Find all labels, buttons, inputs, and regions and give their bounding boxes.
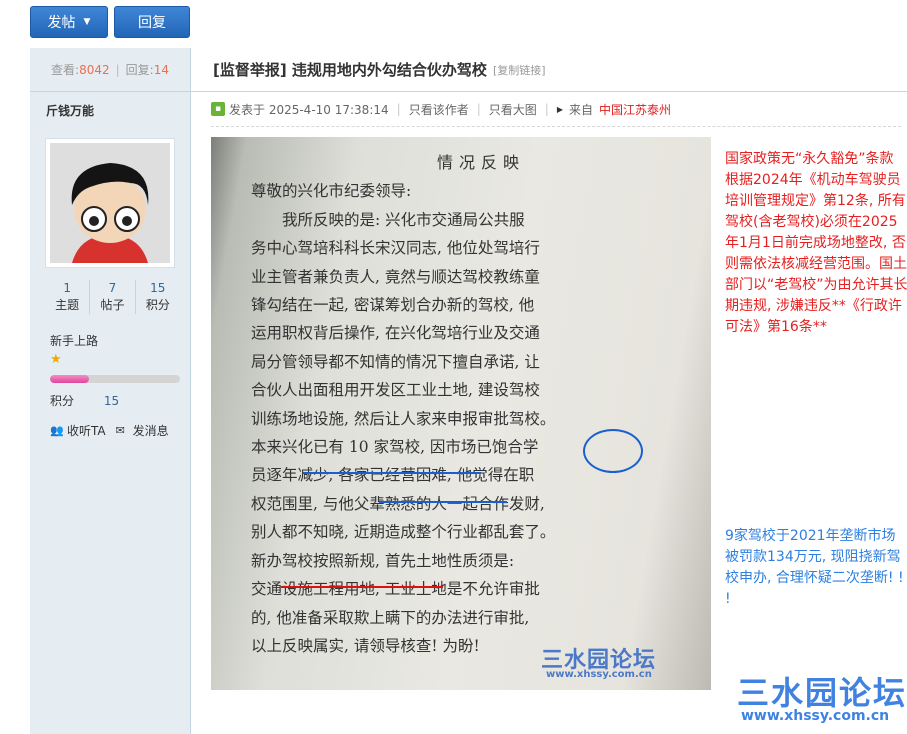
author-count-credits[interactable]: 15 积分 xyxy=(134,280,180,314)
user-level[interactable]: 新手上路 xyxy=(50,332,98,349)
from-label: 来自 xyxy=(568,102,593,117)
post-button-label: 发帖 xyxy=(47,15,76,31)
post-meta: ▪ 发表于 2025-4-10 17:38:14 | 只看该作者 | 只看大图 … xyxy=(211,99,671,119)
avatar-image xyxy=(50,143,170,263)
document-line: 新办驾校按照新规, 首先土地性质须是: xyxy=(251,551,515,570)
photo-watermark-url: www.xhssy.com.cn xyxy=(546,669,652,680)
star-icon: ★ xyxy=(50,352,62,367)
big-image-link[interactable]: 只看大图 xyxy=(489,101,537,118)
document-line: 我所反映的是: 兴化市交通局公共服 xyxy=(251,210,525,229)
chevron-down-icon: ▼ xyxy=(83,17,91,27)
count-value: 7 xyxy=(108,281,117,295)
reply-button[interactable]: 回复 xyxy=(114,6,190,38)
post-date: 发表于 2025-4-10 17:38:14 xyxy=(229,102,389,117)
triangle-right-icon: ▶ xyxy=(556,104,563,114)
avatar-cartoon-icon xyxy=(50,143,170,263)
envelope-icon: ✉ xyxy=(115,423,125,437)
author-credits: 积分 15 xyxy=(50,392,119,409)
site-watermark-url: www.xhssy.com.cn xyxy=(741,708,890,724)
copy-link[interactable]: [复制链接] xyxy=(493,62,546,78)
avatar[interactable] xyxy=(45,138,175,268)
author-name[interactable]: 斤钱万能 xyxy=(30,92,190,126)
thread-toolbar: 发帖 ▼ 回复 xyxy=(0,0,907,48)
level-progress-bar xyxy=(50,375,180,383)
post-main: [监督举报] 违规用地内外勾结合伙办驾校 [复制链接] ▪ 发表于 2025-4… xyxy=(191,48,907,734)
document-line: 交通设施工程用地, 工业土地是不允许审批 xyxy=(251,580,540,599)
document-line: 局分管领导都不知情的情况下擅自承诺, 让 xyxy=(251,352,540,371)
post-title-row: [监督举报] 违规用地内外勾结合伙办驾校 [复制链接] xyxy=(191,48,907,92)
document-line: 务中心驾培科科长宋汉同志, 他位处驾培行 xyxy=(251,239,540,258)
post-button[interactable]: 发帖 ▼ xyxy=(30,6,108,38)
blue-annotation: 9家驾校于2021年垄断市场被罚款134万元, 现阻挠新驾校申办, 合理怀疑二次… xyxy=(725,528,904,607)
document-line: 业主管者兼负责人, 竟然与顺达驾校教练童 xyxy=(251,267,540,286)
count-value: 1 xyxy=(63,281,71,295)
count-label: 帖子 xyxy=(100,298,125,312)
author-count-threads[interactable]: 1 主题 xyxy=(45,280,89,314)
document-line: 尊敬的兴化市纪委领导: xyxy=(251,182,412,201)
post-location[interactable]: 中国江苏泰州 xyxy=(599,101,671,118)
red-underline-mark xyxy=(281,586,443,588)
stats-separator: | xyxy=(115,62,120,77)
follow-label: 收听TA xyxy=(67,424,106,438)
red-annotation: 国家政策无“永久豁免”条款 根据2024年《机动车驾驶员培训管理规定》第12条,… xyxy=(725,151,907,335)
author-only-link[interactable]: 只看该作者 xyxy=(409,101,469,118)
credits-label: 积分 xyxy=(50,394,75,408)
meta-separator: | xyxy=(396,102,401,116)
message-link[interactable]: ✉ 发消息 xyxy=(116,422,169,439)
count-value: 15 xyxy=(150,281,166,295)
document-line: 锋勾结在一起, 密谋筹划合办新的驾校, 他 xyxy=(251,296,535,315)
replies-count: 14 xyxy=(153,62,169,77)
views-count: 8042 xyxy=(79,62,110,77)
message-label: 发消息 xyxy=(132,424,169,438)
thread-stats: 查看: 8042 | 回复: 14 xyxy=(30,48,190,92)
author-count-posts[interactable]: 7 帖子 xyxy=(89,280,134,314)
user-add-icon: 👥 xyxy=(50,423,64,437)
level-progress-fill xyxy=(50,375,89,383)
credits-value: 15 xyxy=(103,394,120,408)
document-line: 运用职权背后操作, 在兴化驾培行业及交通 xyxy=(251,324,540,343)
blue-underline-mark xyxy=(303,472,481,474)
follow-link[interactable]: 👥 收听TA xyxy=(50,422,106,439)
views-label: 查看: xyxy=(51,63,80,77)
document-text: 情况反映 尊敬的兴化市纪委领导: 我所反映的是: 兴化市交通局公共服 务中心驾培… xyxy=(251,149,681,660)
blue-circle-mark xyxy=(583,429,643,473)
count-label: 主题 xyxy=(55,298,80,312)
page-title: [监督举报] 违规用地内外勾结合伙办驾校 xyxy=(213,61,487,79)
document-photo[interactable]: 情况反映 尊敬的兴化市纪委领导: 我所反映的是: 兴化市交通局公共服 务中心驾培… xyxy=(211,137,711,690)
author-sidebar: 查看: 8042 | 回复: 14 斤钱万能 1 主题 7 帖子 15 积分 新… xyxy=(30,48,191,734)
count-label: 积分 xyxy=(145,298,170,312)
document-line: 的, 他准备采取欺上瞒下的办法进行审批, xyxy=(251,608,530,627)
document-line: 合伙人出面租用开发区工业土地, 建设驾校 xyxy=(251,381,540,400)
blue-underline-mark xyxy=(379,501,507,503)
meta-separator: | xyxy=(544,102,549,116)
online-status-icon: ▪ xyxy=(211,102,225,116)
meta-divider xyxy=(211,126,901,127)
author-actions: 👥 收听TA ✉ 发消息 xyxy=(50,422,169,439)
document-line: 别人都不知晓, 近期造成整个行业都乱套了。 xyxy=(251,523,556,542)
document-title: 情况反映 xyxy=(436,153,525,172)
replies-label: 回复: xyxy=(125,63,154,77)
meta-separator: | xyxy=(476,102,481,116)
document-line: 权范围里, 与他父辈熟悉的人一起合作发财, xyxy=(251,494,545,513)
author-counts: 1 主题 7 帖子 15 积分 xyxy=(45,280,180,314)
